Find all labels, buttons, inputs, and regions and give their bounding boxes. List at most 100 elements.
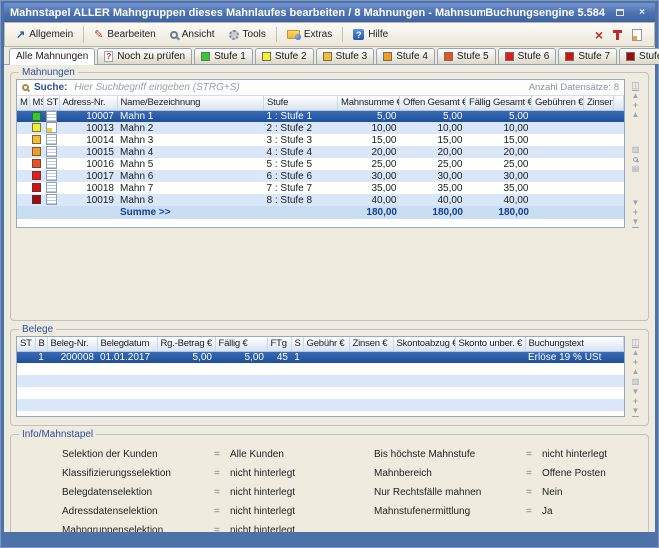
col-gebuehr[interactable]: Gebühr € xyxy=(303,337,349,351)
tab[interactable]: Stufe 4 xyxy=(376,48,435,64)
tab[interactable]: Stufe 8 xyxy=(619,48,659,64)
col-beleg-b[interactable]: B xyxy=(35,337,47,351)
mahnungen-group: Mahnungen Suche: Anzahl Datensätze: 8 xyxy=(10,67,649,321)
delete-icon[interactable]: × xyxy=(595,30,603,40)
table-row[interactable]: 10018 Mahn 7 7 : Stufe 7 35,00 35,00 35,… xyxy=(17,182,624,194)
scroll-bottom-icon[interactable]: ▼ xyxy=(632,217,640,228)
info-row: Nur Rechtsfälle mahnen = Nein xyxy=(374,487,643,498)
table-row[interactable]: 10013 Mahn 2 2 : Stufe 2 10,00 10,00 10,… xyxy=(17,122,624,134)
cell-mahnsumme: 40,00 xyxy=(338,194,400,206)
col-name[interactable]: Name/Bezeichnung xyxy=(117,96,264,110)
col-ms[interactable]: MS xyxy=(29,96,43,110)
status-icon xyxy=(46,122,57,133)
tab[interactable]: Noch zu prüfen xyxy=(97,48,192,64)
col-zinsen[interactable]: Zinsen xyxy=(584,96,614,110)
search-input[interactable] xyxy=(72,81,523,94)
info-row: Bis höchste Mahnstufe = nicht hinterlegt xyxy=(374,449,643,460)
col-gebuehren[interactable]: Gebühren € xyxy=(532,96,584,110)
menu-item[interactable]: Tools xyxy=(222,27,277,42)
close-icon[interactable]: × xyxy=(635,7,649,19)
tab[interactable]: Stufe 5 xyxy=(437,48,496,64)
col-rg-betrag[interactable]: Rg.-Betrag € xyxy=(157,337,215,351)
table-row[interactable]: 10014 Mahn 3 3 : Stufe 3 15,00 15,00 15,… xyxy=(17,134,624,146)
tab-label: Noch zu prüfen xyxy=(117,51,185,62)
cell-offen-gesamt: 15,00 xyxy=(400,134,466,146)
add-bottom-icon[interactable]: + xyxy=(633,397,638,406)
table-row[interactable]: 10015 Mahn 4 4 : Stufe 4 20,00 20,00 20,… xyxy=(17,146,624,158)
col-stufe[interactable]: Stufe xyxy=(264,96,338,110)
grid-search-icon[interactable] xyxy=(633,157,638,162)
tab-label: Stufe 5 xyxy=(457,51,489,62)
info-value: Nein xyxy=(542,487,563,498)
add-bottom-icon[interactable]: + xyxy=(633,208,638,217)
cell-mahnsumme: 10,00 xyxy=(338,122,400,134)
col-beleg-st[interactable]: ST xyxy=(17,337,35,351)
beleg-row[interactable]: 1 200008 01.01.2017 5,00 5,00 45 1 xyxy=(17,351,624,363)
menu-item[interactable]: Hilfe xyxy=(346,27,395,42)
cell-st xyxy=(43,194,59,206)
menu-item[interactable]: Ansicht xyxy=(163,27,222,42)
col-m[interactable]: M xyxy=(17,96,29,110)
pin-icon[interactable] xyxy=(613,30,622,40)
col-s[interactable]: S xyxy=(291,337,303,351)
menu-item-icon xyxy=(353,29,364,40)
cell-m xyxy=(17,194,29,206)
cell-belegdatum: 01.01.2017 xyxy=(97,351,157,363)
scroll-bottom-icon[interactable]: ▼ xyxy=(632,406,640,417)
add-icon[interactable]: + xyxy=(633,358,638,367)
tab[interactable]: Stufe 1 xyxy=(194,48,253,64)
scroll-up-icon[interactable]: ▲ xyxy=(632,367,640,377)
menu-item-label: Bearbeiten xyxy=(107,29,155,40)
table-row[interactable]: 10007 Mahn 1 1 : Stufe 1 5,00 5,00 5,00 xyxy=(17,110,624,122)
col-belegdatum[interactable]: Belegdatum xyxy=(97,337,157,351)
note-icon[interactable] xyxy=(632,29,642,41)
copy-icon[interactable]: ◫ xyxy=(631,337,640,347)
cell-name: Mahn 7 xyxy=(117,182,264,194)
table-row[interactable]: 10016 Mahn 5 5 : Stufe 5 25,00 25,00 25,… xyxy=(17,158,624,170)
col-skonto-unber[interactable]: Skonto unber. € xyxy=(455,337,525,351)
cell-st xyxy=(43,170,59,182)
tab-label: Stufe 4 xyxy=(396,51,428,62)
menu-item[interactable]: Allgemein xyxy=(9,26,84,43)
columns-icon[interactable]: ▥ xyxy=(632,377,640,387)
tab[interactable]: Stufe 6 xyxy=(498,48,557,64)
cell-m xyxy=(17,134,29,146)
add-icon[interactable]: + xyxy=(633,101,638,110)
col-ftg[interactable]: FTg xyxy=(267,337,291,351)
menu-item-icon xyxy=(94,28,103,41)
cell-b: 1 xyxy=(35,351,47,363)
col-faellig-gesamt[interactable]: Fällig Gesamt € xyxy=(466,96,532,110)
col-offen-gesamt[interactable]: Offen Gesamt € xyxy=(400,96,466,110)
col-adress-nr[interactable]: Adress-Nr. xyxy=(59,96,117,110)
col-st[interactable]: ST xyxy=(43,96,59,110)
tab[interactable]: Alle Mahnungen xyxy=(9,48,95,65)
col-beleg-zinsen[interactable]: Zinsen € xyxy=(349,337,393,351)
col-skontoabzug[interactable]: Skontoabzug € xyxy=(393,337,455,351)
print-icon[interactable]: ▤ xyxy=(632,164,640,174)
cell-ms xyxy=(29,182,43,194)
cell-name: Mahn 1 xyxy=(117,110,264,122)
cell-stufe: 8 : Stufe 8 xyxy=(264,194,338,206)
col-beleg-nr[interactable]: Beleg-Nr. xyxy=(47,337,97,351)
table-row[interactable]: 10019 Mahn 8 8 : Stufe 8 40,00 40,00 40,… xyxy=(17,194,624,206)
cell-m xyxy=(17,110,29,122)
restore-icon[interactable] xyxy=(613,7,627,19)
tab[interactable]: Stufe 3 xyxy=(316,48,375,64)
col-mahnsumme[interactable]: Mahnsumme € xyxy=(338,96,400,110)
scroll-up-icon[interactable]: ▲ xyxy=(632,110,640,120)
cell-mahnsumme: 35,00 xyxy=(338,182,400,194)
cell-gebuehren xyxy=(532,122,584,134)
tab[interactable]: Stufe 7 xyxy=(558,48,617,64)
menu-item-icon xyxy=(287,30,300,39)
table-row[interactable]: 10017 Mahn 6 6 : Stufe 6 30,00 30,00 30,… xyxy=(17,170,624,182)
copy-icon[interactable]: ◫ xyxy=(631,80,640,90)
cell-offen-gesamt: 5,00 xyxy=(400,110,466,122)
menu-item[interactable]: Bearbeiten xyxy=(87,26,163,43)
columns-icon[interactable]: ▥ xyxy=(632,145,640,155)
col-faellig[interactable]: Fällig € xyxy=(215,337,267,351)
tab[interactable]: Stufe 2 xyxy=(255,48,314,64)
mahnstufe-color-icon xyxy=(32,135,41,144)
col-buchungstext[interactable]: Buchungstext xyxy=(525,337,624,351)
menu-item[interactable]: Extras xyxy=(280,27,343,42)
mahnstufe-color-icon xyxy=(32,195,41,204)
